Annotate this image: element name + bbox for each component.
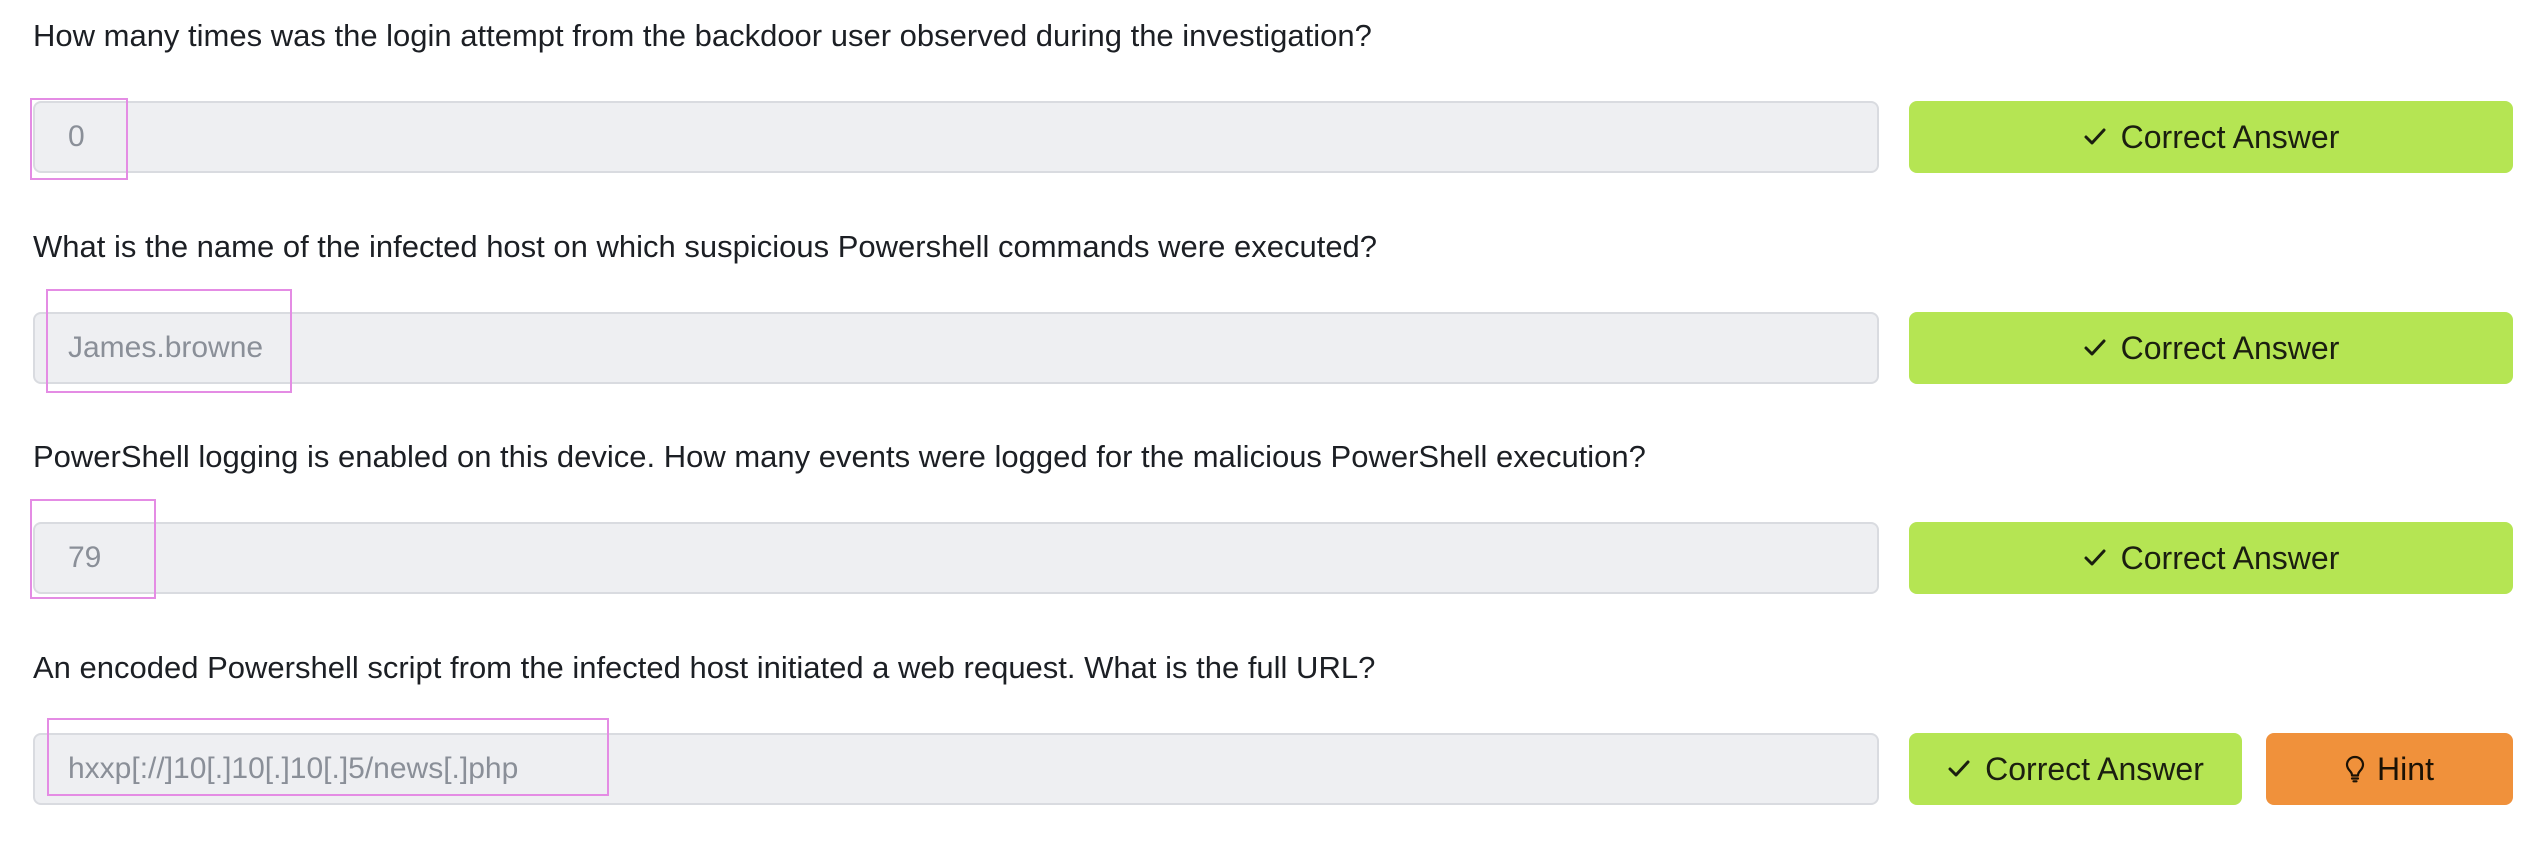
answer-field[interactable]: 0: [33, 101, 1879, 173]
questions-panel: How many times was the login attempt fro…: [0, 0, 2544, 846]
hint-button[interactable]: Hint: [2266, 733, 2513, 805]
check-icon: [2083, 127, 2107, 147]
answer-value: 79: [68, 541, 102, 574]
answer-row: 79 Correct Answer: [30, 499, 2513, 599]
answer-row: James.browne Correct Answer: [33, 289, 2513, 393]
check-icon: [2083, 548, 2107, 568]
question-2: What is the name of the infected host on…: [33, 227, 2513, 393]
correct-answer-label: Correct Answer: [2120, 329, 2340, 366]
question-3: PowerShell logging is enabled on this de…: [30, 437, 2513, 599]
question-4: An encoded Powershell script from the in…: [33, 648, 2513, 805]
correct-answer-button[interactable]: Correct Answer: [1909, 312, 2513, 384]
answer-value: James.browne: [68, 331, 264, 364]
answer-field[interactable]: James.browne: [33, 312, 1879, 384]
check-icon: [2083, 338, 2107, 358]
question-text: PowerShell logging is enabled on this de…: [33, 439, 1646, 474]
answer-value: hxxp[://]10[.]10[.]10[.]5/news[.]php: [68, 752, 519, 785]
correct-answer-button[interactable]: Correct Answer: [1909, 733, 2242, 805]
correct-answer-label: Correct Answer: [2120, 118, 2340, 155]
answer-row: hxxp[://]10[.]10[.]10[.]5/news[.]php Cor…: [33, 718, 2513, 805]
hint-label: Hint: [2377, 750, 2434, 787]
answer-value: 0: [68, 120, 85, 153]
correct-answer-button[interactable]: Correct Answer: [1909, 101, 2513, 173]
check-icon: [1947, 759, 1971, 779]
question-1: How many times was the login attempt fro…: [30, 16, 2513, 180]
correct-answer-label: Correct Answer: [2120, 539, 2340, 576]
question-text: What is the name of the infected host on…: [33, 229, 1378, 264]
answer-row: 0 Correct Answer: [30, 98, 2513, 180]
correct-answer-label: Correct Answer: [1985, 750, 2204, 787]
lightbulb-icon: [2345, 755, 2365, 783]
answer-field[interactable]: hxxp[://]10[.]10[.]10[.]5/news[.]php: [33, 733, 1879, 805]
question-text: An encoded Powershell script from the in…: [33, 650, 1376, 685]
question-text: How many times was the login attempt fro…: [33, 18, 1372, 53]
answer-field[interactable]: 79: [33, 522, 1879, 594]
correct-answer-button[interactable]: Correct Answer: [1909, 522, 2513, 594]
